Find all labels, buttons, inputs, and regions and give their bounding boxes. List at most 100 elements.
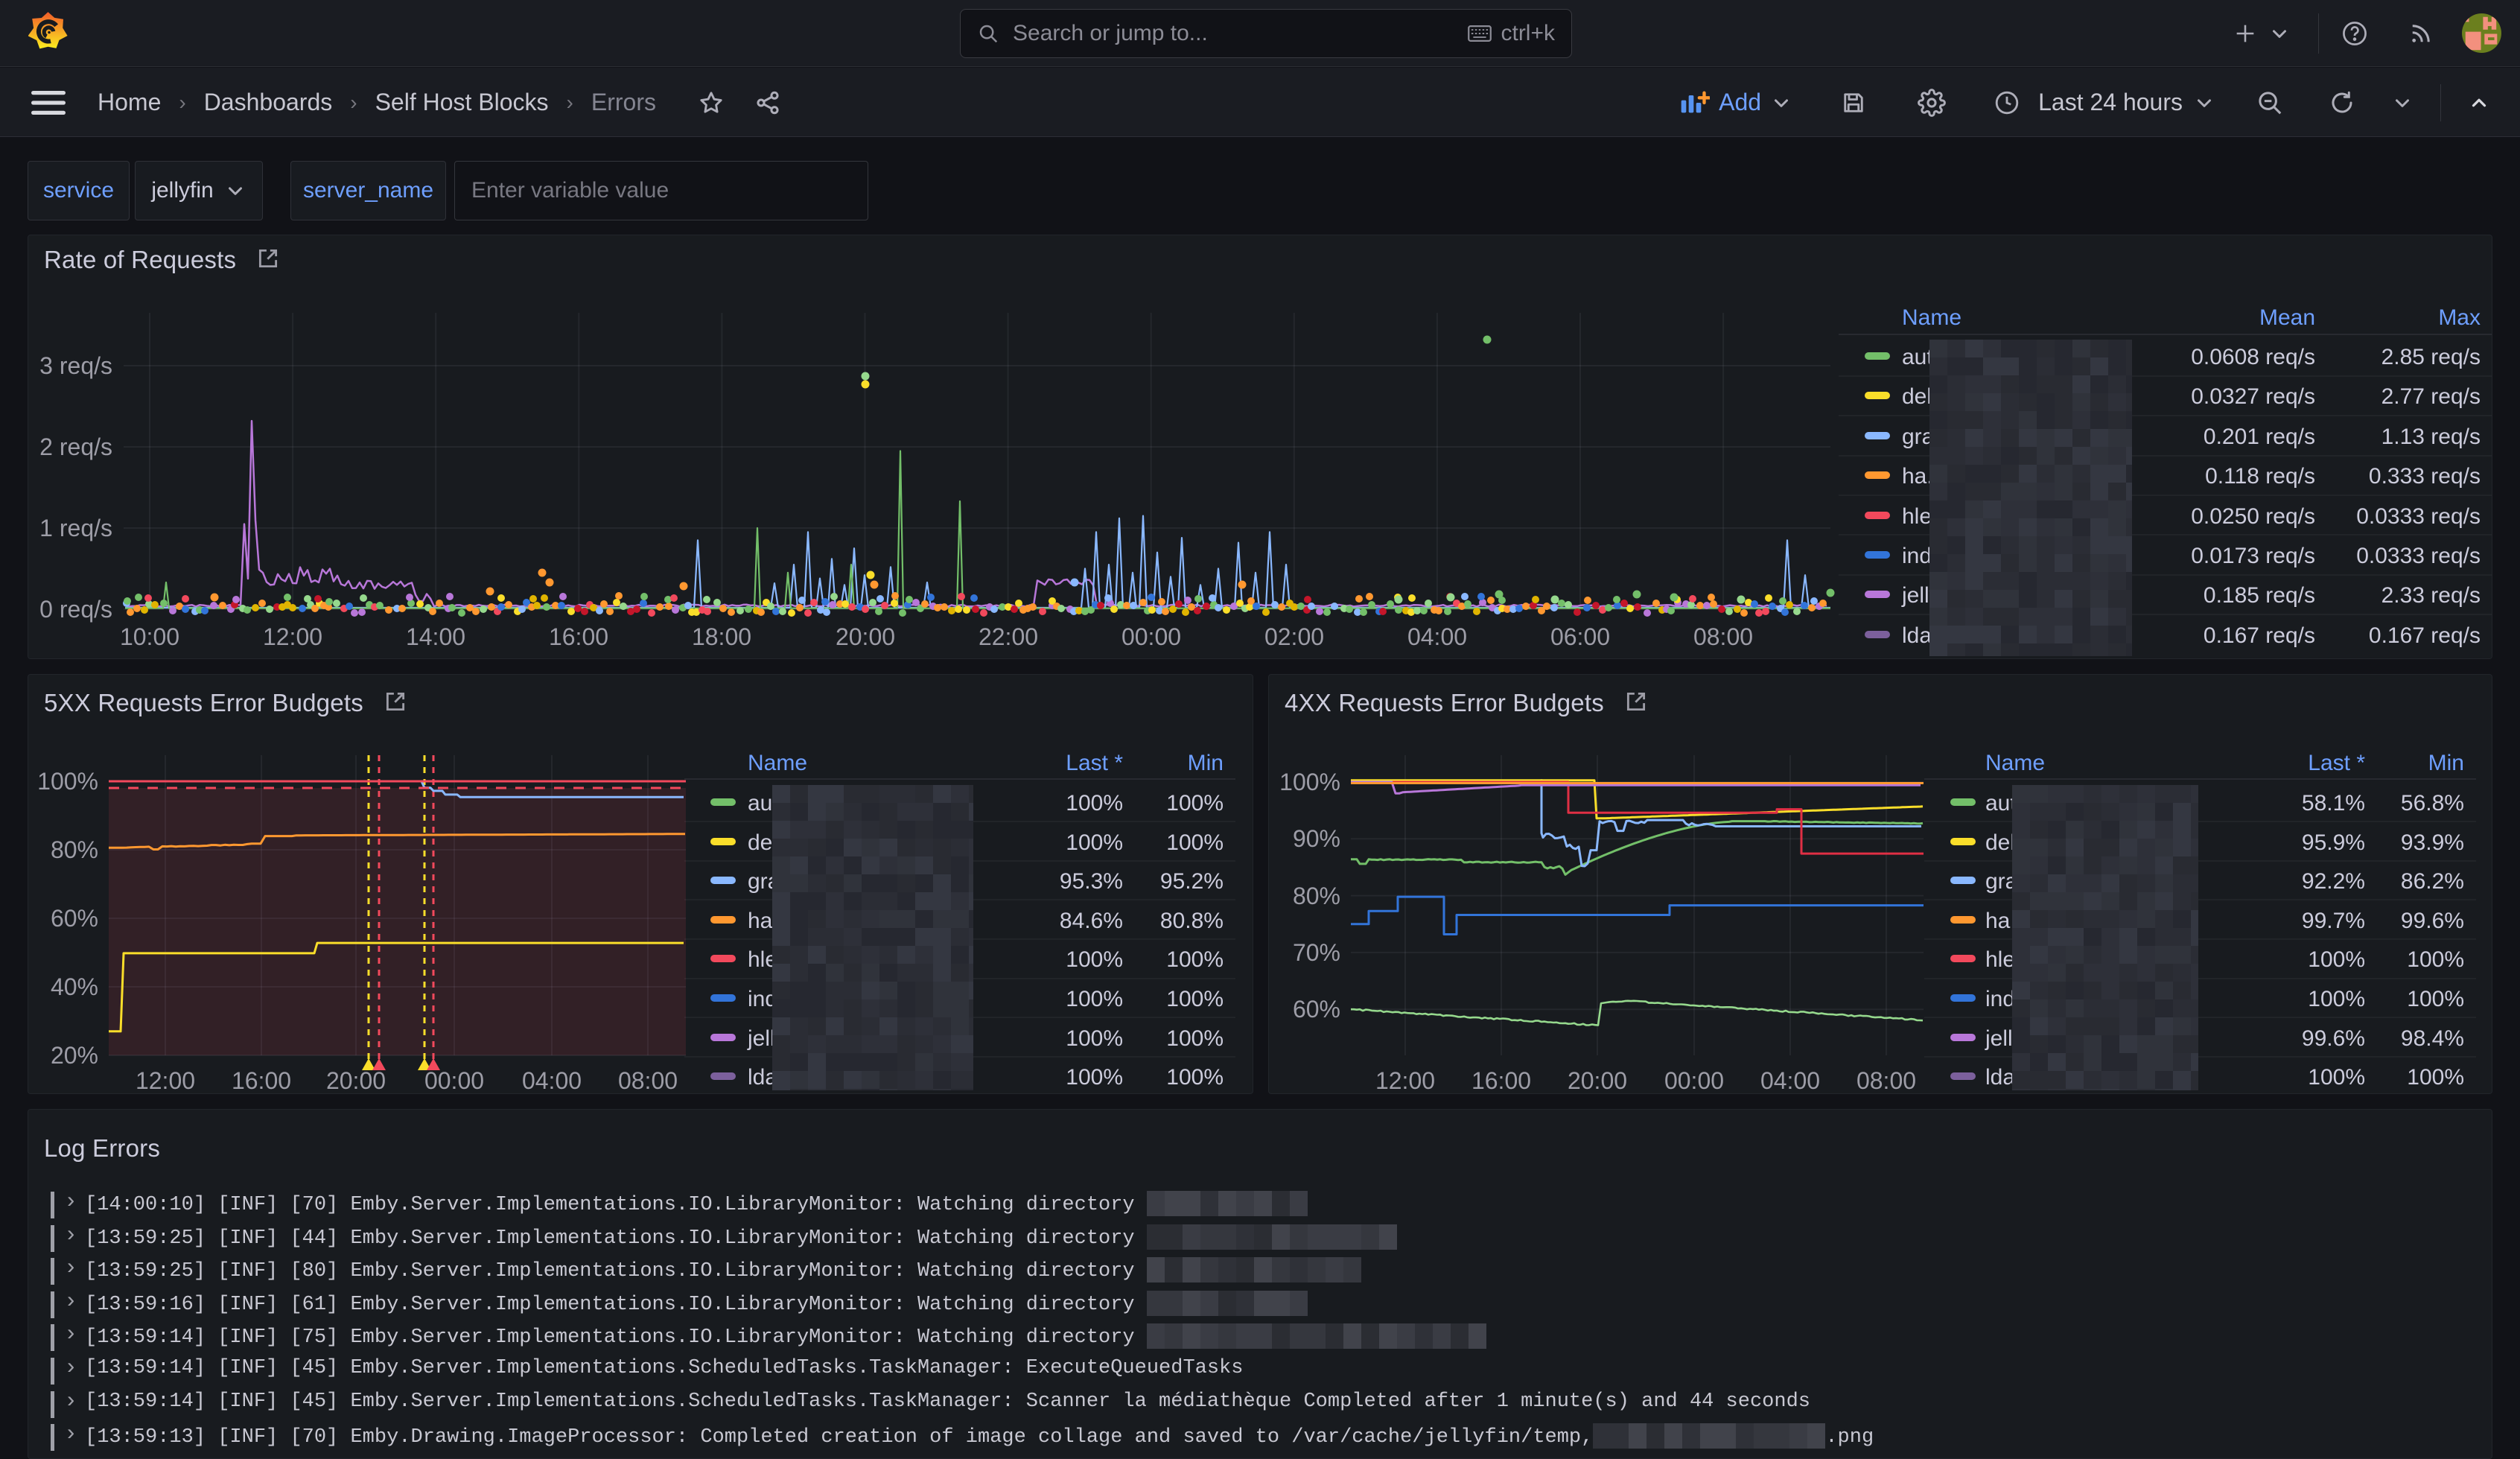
svg-text:92.2%: 92.2% xyxy=(2302,869,2365,894)
svg-text:2.77 req/s: 2.77 req/s xyxy=(2381,384,2481,409)
svg-text:99.7%: 99.7% xyxy=(2302,909,2365,933)
svg-text:100%: 100% xyxy=(2407,987,2464,1011)
svg-text:08:00: 08:00 xyxy=(1693,623,1753,650)
svg-text:08:00: 08:00 xyxy=(1856,1067,1916,1093)
svg-text:0.0173 req/s: 0.0173 req/s xyxy=(2191,544,2315,568)
svg-text:80.8%: 80.8% xyxy=(1160,909,1224,933)
svg-text:00:00: 00:00 xyxy=(424,1067,484,1093)
svg-text:2.85 req/s: 2.85 req/s xyxy=(2381,345,2481,369)
svg-text:100%: 100% xyxy=(1166,830,1224,855)
svg-text:04:00: 04:00 xyxy=(522,1067,582,1093)
svg-text:hle: hle xyxy=(1985,947,2015,972)
svg-text:100%: 100% xyxy=(2308,987,2365,1011)
svg-text:0.167 req/s: 0.167 req/s xyxy=(2204,623,2315,648)
svg-text:16:00: 16:00 xyxy=(232,1067,291,1093)
svg-text:100%: 100% xyxy=(1066,947,1123,972)
svg-text:1 req/s: 1 req/s xyxy=(39,515,112,541)
svg-text:2.33 req/s: 2.33 req/s xyxy=(2381,583,2481,608)
svg-text:99.6%: 99.6% xyxy=(2302,1026,2365,1051)
svg-text:86.2%: 86.2% xyxy=(2401,869,2464,894)
svg-text:0.201 req/s: 0.201 req/s xyxy=(2204,425,2315,449)
svg-text:100%: 100% xyxy=(1166,947,1224,972)
svg-text:Name: Name xyxy=(1902,305,1961,330)
svg-text:04:00: 04:00 xyxy=(1760,1067,1820,1093)
svg-text:99.6%: 99.6% xyxy=(2401,909,2464,933)
svg-text:ind: ind xyxy=(1985,987,2015,1011)
svg-text:100%: 100% xyxy=(1066,1026,1123,1051)
svg-text:Name: Name xyxy=(748,751,807,775)
svg-text:0.0250 req/s: 0.0250 req/s xyxy=(2191,504,2315,529)
svg-text:16:00: 16:00 xyxy=(549,623,608,650)
svg-text:100%: 100% xyxy=(2308,1065,2365,1090)
svg-text:100%: 100% xyxy=(1066,1065,1123,1090)
svg-text:Min: Min xyxy=(1188,751,1224,775)
svg-text:04:00: 04:00 xyxy=(1407,623,1467,650)
svg-text:08:00: 08:00 xyxy=(618,1067,678,1093)
svg-text:0 req/s: 0 req/s xyxy=(39,596,112,623)
svg-text:0.333 req/s: 0.333 req/s xyxy=(2369,464,2481,489)
svg-text:00:00: 00:00 xyxy=(1121,623,1181,650)
svg-text:18:00: 18:00 xyxy=(692,623,751,650)
svg-text:10:00: 10:00 xyxy=(120,623,179,650)
svg-text:Last *: Last * xyxy=(1066,751,1123,775)
svg-text:3 req/s: 3 req/s xyxy=(39,352,112,379)
svg-text:Min: Min xyxy=(2428,751,2464,775)
svg-text:Max: Max xyxy=(2438,305,2481,330)
svg-text:hle: hle xyxy=(1902,504,1932,529)
svg-text:100%: 100% xyxy=(2407,947,2464,972)
svg-text:00:00: 00:00 xyxy=(1664,1067,1724,1093)
svg-text:100%: 100% xyxy=(1166,791,1224,816)
svg-text:0.0608 req/s: 0.0608 req/s xyxy=(2191,345,2315,369)
svg-text:0.0333 req/s: 0.0333 req/s xyxy=(2356,504,2481,529)
svg-text:100%: 100% xyxy=(2407,1065,2464,1090)
svg-text:80%: 80% xyxy=(51,836,98,863)
svg-text:100%: 100% xyxy=(1066,987,1123,1011)
svg-text:02:00: 02:00 xyxy=(1264,623,1324,650)
svg-text:100%: 100% xyxy=(1166,1026,1224,1051)
svg-text:80%: 80% xyxy=(1293,883,1340,909)
svg-text:100%: 100% xyxy=(1066,830,1123,855)
svg-text:100%: 100% xyxy=(2308,947,2365,972)
svg-text:16:00: 16:00 xyxy=(1471,1067,1531,1093)
svg-text:93.9%: 93.9% xyxy=(2401,830,2464,855)
svg-text:0.0333 req/s: 0.0333 req/s xyxy=(2356,544,2481,568)
svg-text:del: del xyxy=(1985,830,2015,855)
svg-text:95.9%: 95.9% xyxy=(2302,830,2365,855)
svg-text:98.4%: 98.4% xyxy=(2401,1026,2464,1051)
svg-text:12:00: 12:00 xyxy=(263,623,322,650)
svg-text:40%: 40% xyxy=(51,973,98,1000)
svg-text:22:00: 22:00 xyxy=(979,623,1038,650)
svg-text:2 req/s: 2 req/s xyxy=(39,433,112,460)
svg-text:20:00: 20:00 xyxy=(1568,1067,1627,1093)
svg-text:95.3%: 95.3% xyxy=(1060,869,1123,894)
svg-text:100%: 100% xyxy=(1166,1065,1224,1090)
svg-text:Mean: Mean xyxy=(2259,305,2315,330)
svg-text:20:00: 20:00 xyxy=(326,1067,386,1093)
svg-text:100%: 100% xyxy=(1066,791,1123,816)
svg-text:jell: jell xyxy=(747,1026,775,1051)
svg-text:100%: 100% xyxy=(1279,769,1340,795)
svg-text:100%: 100% xyxy=(1166,987,1224,1011)
svg-text:100%: 100% xyxy=(37,768,98,795)
svg-text:12:00: 12:00 xyxy=(1375,1067,1435,1093)
svg-text:84.6%: 84.6% xyxy=(1060,909,1123,933)
svg-text:06:00: 06:00 xyxy=(1550,623,1610,650)
svg-text:12:00: 12:00 xyxy=(136,1067,195,1093)
svg-text:0.185 req/s: 0.185 req/s xyxy=(2204,583,2315,608)
svg-text:90%: 90% xyxy=(1293,825,1340,852)
svg-text:ha.: ha. xyxy=(1985,909,2017,933)
svg-text:0.118 req/s: 0.118 req/s xyxy=(2205,464,2315,489)
svg-text:60%: 60% xyxy=(1293,996,1340,1023)
svg-text:56.8%: 56.8% xyxy=(2401,791,2464,816)
svg-text:0.0327 req/s: 0.0327 req/s xyxy=(2191,384,2315,409)
svg-text:Last *: Last * xyxy=(2308,751,2365,775)
svg-text:70%: 70% xyxy=(1293,939,1340,966)
svg-text:lda: lda xyxy=(1985,1065,2015,1090)
svg-text:14:00: 14:00 xyxy=(406,623,465,650)
svg-text:Name: Name xyxy=(1985,751,2045,775)
svg-text:95.2%: 95.2% xyxy=(1160,869,1224,894)
svg-text:58.1%: 58.1% xyxy=(2302,791,2365,816)
svg-text:20:00: 20:00 xyxy=(836,623,895,650)
svg-text:20%: 20% xyxy=(51,1042,98,1069)
svg-text:0.167 req/s: 0.167 req/s xyxy=(2369,623,2481,648)
